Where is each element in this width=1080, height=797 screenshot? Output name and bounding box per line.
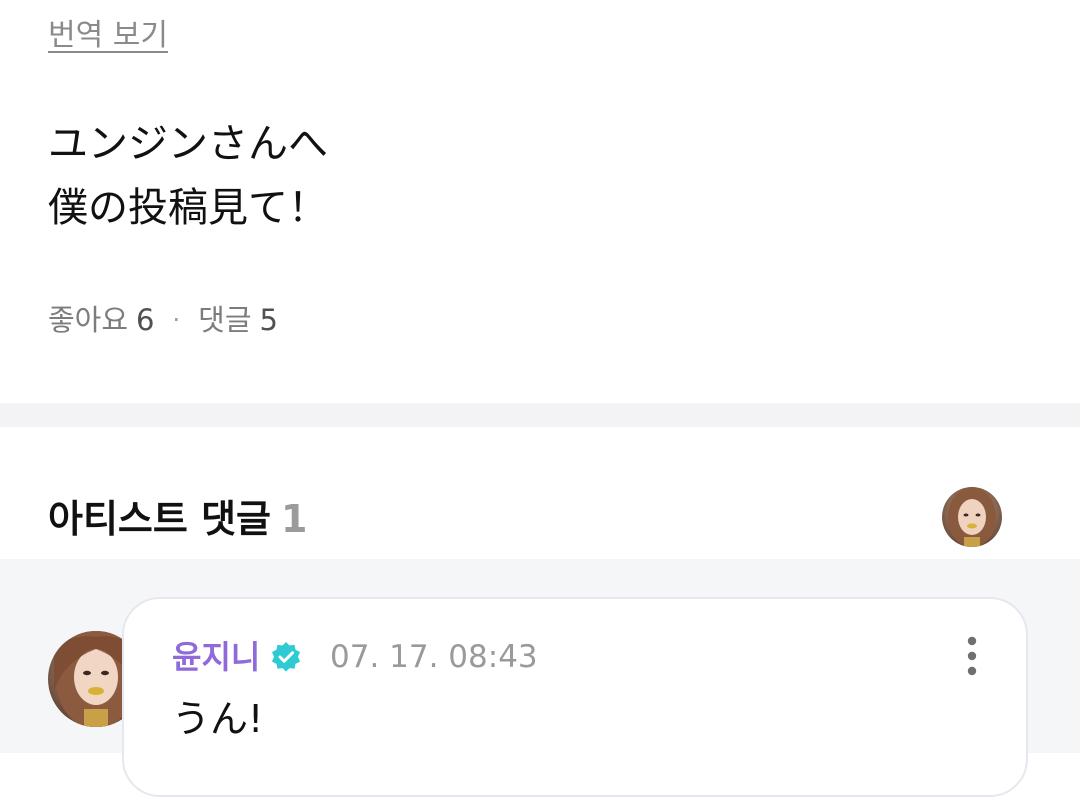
artist-comments-title-text: 아티스트 댓글 (48, 497, 271, 541)
comments-count: 5 (259, 303, 278, 337)
post-body-line: 僕の投稿見て！ (48, 185, 328, 231)
artist-comments-list: 윤지니 07. 17. 08:43 うん! (0, 559, 1080, 797)
comment-card: 윤지니 07. 17. 08:43 うん! (122, 597, 1028, 797)
more-vertical-icon (967, 636, 977, 676)
likes-label[interactable]: 좋아요 (48, 300, 128, 340)
post-stats: 좋아요 6 · 댓글 5 (48, 300, 278, 340)
post-body-line: ユンジンさんへ (48, 121, 328, 167)
likes-count: 6 (136, 303, 155, 337)
artist-comments-count: 1 (281, 497, 308, 541)
comments-label[interactable]: 댓글 (198, 300, 251, 340)
post-content: 번역 보기 ユンジンさんへ 僕の投稿見て！ 좋아요 6 · 댓글 5 (0, 0, 1080, 403)
artist-avatar-small[interactable] (942, 487, 1002, 547)
section-divider (0, 403, 1080, 427)
more-options-button[interactable] (952, 635, 992, 679)
artist-comments-title: 아티스트 댓글 1 (48, 495, 307, 543)
translate-link[interactable]: 번역 보기 (48, 16, 168, 56)
stats-separator: · (172, 306, 181, 334)
verified-badge-icon (270, 641, 302, 673)
artist-comments-header: 아티스트 댓글 1 (0, 427, 1080, 559)
post-body: ユンジンさんへ 僕の投稿見て！ (48, 112, 1028, 240)
comment-text: うん! (172, 697, 264, 741)
comment-author-name[interactable]: 윤지니 (172, 637, 260, 677)
comment-timestamp: 07. 17. 08:43 (330, 639, 538, 675)
